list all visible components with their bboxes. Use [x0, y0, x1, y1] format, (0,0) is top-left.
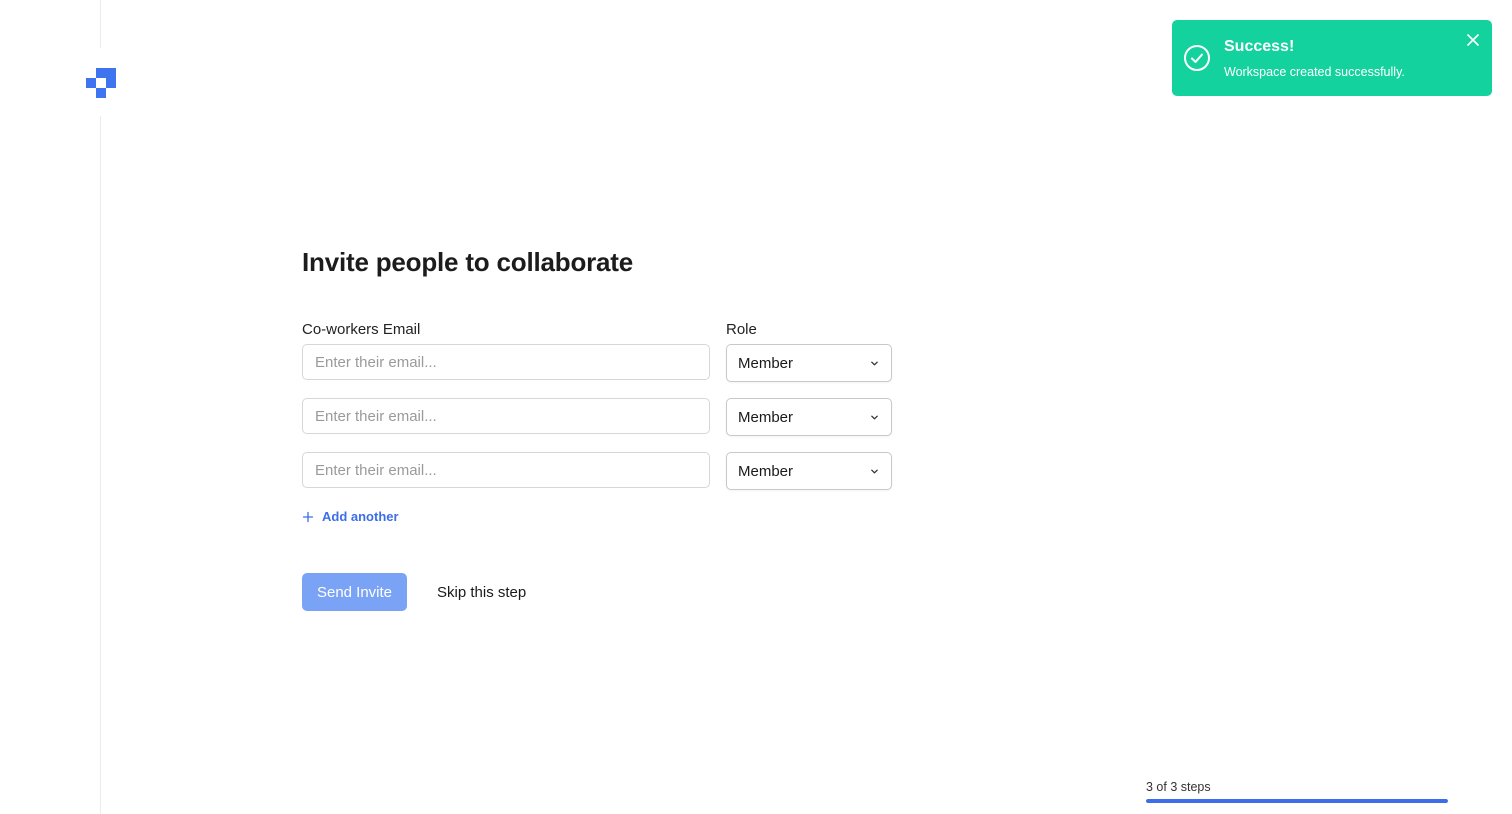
- role-select[interactable]: Member: [726, 452, 892, 490]
- pixel-blocks-logo-icon: [86, 48, 116, 116]
- email-input[interactable]: [302, 452, 710, 488]
- step-progress-label: 3 of 3 steps: [1146, 780, 1211, 794]
- role-select-value: Member: [738, 463, 794, 480]
- email-input[interactable]: [302, 398, 710, 434]
- email-column-label: Co-workers Email: [302, 321, 421, 338]
- check-circle-icon: [1184, 45, 1210, 71]
- step-progress-bar: [1146, 799, 1448, 803]
- skip-step-link[interactable]: Skip this step: [437, 584, 526, 601]
- toast-title: Success!: [1224, 38, 1295, 55]
- invite-row: Member: [302, 398, 892, 436]
- invite-row: Member: [302, 344, 892, 382]
- send-invite-button[interactable]: Send Invite: [302, 573, 407, 611]
- role-select[interactable]: Member: [726, 344, 892, 382]
- page-title: Invite people to collaborate: [302, 247, 634, 277]
- add-another-link[interactable]: Add another: [302, 509, 399, 524]
- add-another-label: Add another: [322, 509, 399, 524]
- role-select-value: Member: [738, 355, 794, 372]
- role-column-label: Role: [726, 321, 757, 338]
- onboarding-page: Invite people to collaborate Co-workers …: [0, 0, 1512, 814]
- chevron-down-icon: [871, 361, 878, 366]
- role-select[interactable]: Member: [726, 398, 892, 436]
- chevron-down-icon: [871, 415, 878, 420]
- toast-message: Workspace created successfully.: [1224, 65, 1405, 79]
- email-input[interactable]: [302, 344, 710, 380]
- invite-row: Member: [302, 452, 892, 490]
- step-progress-fill: [1146, 799, 1448, 803]
- role-select-value: Member: [738, 409, 794, 426]
- left-divider: [100, 0, 101, 814]
- plus-icon: [302, 511, 314, 522]
- close-icon[interactable]: [1467, 34, 1479, 46]
- chevron-down-icon: [871, 469, 878, 474]
- success-toast: Success! Workspace created successfully.: [1172, 20, 1492, 96]
